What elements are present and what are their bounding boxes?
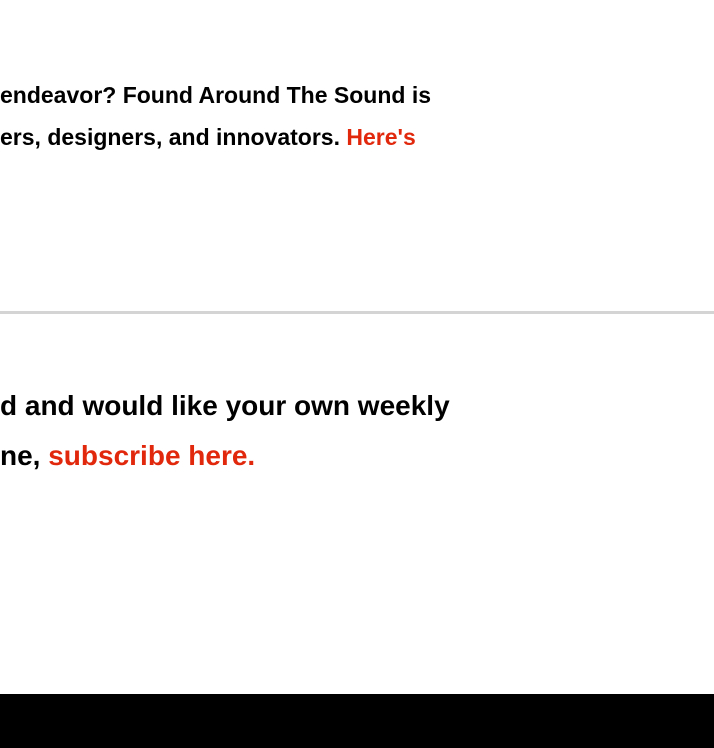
footer-bar: [0, 694, 714, 748]
subscribe-link[interactable]: subscribe here.: [48, 440, 255, 471]
heres-link[interactable]: Here's: [346, 124, 415, 150]
email-content: endeavor? Found Around The Sound is ers,…: [0, 0, 714, 748]
section-divider: [0, 311, 714, 314]
subscribe-line-2: ne, subscribe here.: [0, 431, 450, 481]
subscribe-line-1: d and would like your own weekly: [0, 390, 450, 421]
subscribe-paragraph: d and would like your own weekly ne, sub…: [0, 381, 450, 481]
intro-line-2: ers, designers, and innovators. Here's: [0, 116, 431, 158]
intro-line-1: endeavor? Found Around The Sound is: [0, 82, 432, 108]
intro-line-2-text: ers, designers, and innovators.: [0, 124, 347, 150]
intro-paragraph: endeavor? Found Around The Sound is ers,…: [0, 74, 431, 158]
subscribe-line-2-text: ne,: [0, 440, 49, 471]
